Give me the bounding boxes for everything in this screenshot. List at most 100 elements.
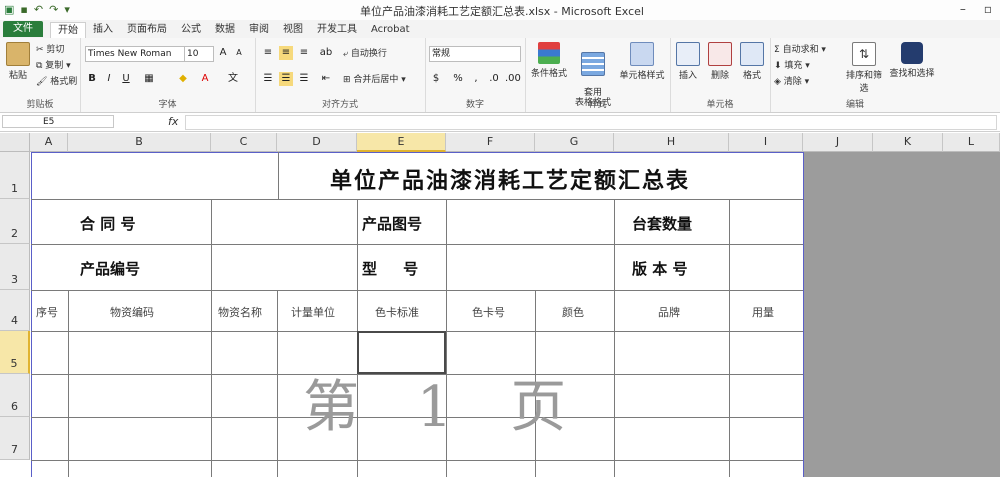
formula-bar: E5 fx [0,113,1000,132]
name-box[interactable]: E5 [2,115,114,128]
row-border-1 [31,244,803,245]
minimize-icon[interactable]: – [960,2,966,16]
find-select-button[interactable]: 查找和选择 [888,42,936,79]
tab-2[interactable]: 页面布局 [120,22,174,38]
cell-styles-button[interactable]: 单元格样式 [617,42,667,81]
restore-icon[interactable]: ▫ [984,2,992,16]
insert-cells-button[interactable]: 插入 [674,42,702,81]
row-number: 6 [11,400,18,413]
alignment-group: ≡ ≡ ≡ ab ⤶ 自动换行 ☰ ☰ ☰ ⇤ ⊞ 合并后居中 ▾ 对齐方式 [255,38,426,112]
paste-icon [6,42,30,66]
percent-icon[interactable]: % [451,72,465,86]
bold-icon[interactable]: B [85,72,99,86]
cut-button[interactable]: ✂ 剪切 [36,42,64,55]
page-border-left [31,152,32,477]
align-right-icon[interactable]: ☰ [297,72,311,86]
increase-decimal-icon[interactable]: .0 [487,72,501,86]
merge-center-label: 合并后居中 ▾ [353,75,406,85]
select-all-corner[interactable] [0,133,30,152]
comma-icon[interactable]: , [469,72,483,86]
row-header-6[interactable]: 6 [0,374,30,417]
tab-1[interactable]: 插入 [86,22,120,38]
cell-styles-icon [630,42,654,66]
sort-filter-button[interactable]: ⇅ 排序和筛选 [842,42,886,94]
tab-3[interactable]: 公式 [174,22,208,38]
conditional-format-button[interactable]: 条件格式 [529,42,569,79]
redo-icon[interactable]: ↷ [49,3,58,16]
format-cells-label: 格式 [742,71,761,81]
find-select-label: 查找和选择 [889,69,935,79]
paste-button[interactable]: 粘贴 [4,42,32,81]
row-header-5[interactable]: 5 [0,331,30,374]
align-middle-icon[interactable]: ≡ [279,46,293,60]
alignment-group-label: 对齐方式 [321,100,358,110]
column-header-d[interactable]: D [277,133,357,152]
copy-button[interactable]: ⧉ 复制 ▾ [36,58,71,71]
tab-4[interactable]: 数据 [208,22,242,38]
column-header-e[interactable]: E [357,133,446,152]
tab-0[interactable]: 开始 [50,22,86,39]
phonetic-icon[interactable]: 文 [226,72,240,86]
column-header-l[interactable]: L [943,133,1000,152]
number-format-select[interactable]: 常规 [429,46,521,62]
decrease-decimal-icon[interactable]: .00 [505,72,521,86]
row-header-4[interactable]: 4 [0,290,30,331]
border-icon[interactable]: ▦ [142,72,156,86]
wrap-text-button[interactable]: ⤶ 自动换行 [343,46,387,59]
align-bottom-icon[interactable]: ≡ [297,46,311,60]
column-header-f[interactable]: F [446,133,535,152]
wrap-text-label: 自动换行 [350,49,387,59]
row-header-3[interactable]: 3 [0,244,30,290]
insert-cells-label: 插入 [678,71,697,81]
align-top-icon[interactable]: ≡ [261,46,275,60]
delete-cells-button[interactable]: 删除 [706,42,734,81]
column-header-b[interactable]: B [68,133,211,152]
column-header-k[interactable]: K [873,133,943,152]
column-header-c[interactable]: C [211,133,277,152]
editing-group-label: 编辑 [845,100,864,110]
align-left-icon[interactable]: ☰ [261,72,275,86]
selected-cell-e5[interactable] [357,331,446,374]
fill-button[interactable]: ⬇ 填充 ▾ [774,58,810,71]
autosum-button[interactable]: Σ 自动求和 ▾ [774,42,826,55]
info-col-border-2 [446,199,447,290]
merge-center-button[interactable]: ⊞ 合并后居中 ▾ [343,72,406,85]
format-cells-icon [740,42,764,66]
shrink-font-icon[interactable]: A [232,46,246,60]
tab-8[interactable]: Acrobat [364,22,417,38]
fill-color-icon[interactable]: ◆ [176,72,190,86]
row-header-2[interactable]: 2 [0,199,30,244]
currency-icon[interactable]: $ [429,72,443,86]
column-header-j[interactable]: J [803,133,873,152]
column-header-h[interactable]: H [614,133,729,152]
save-icon[interactable]: ▪ [20,3,27,16]
row-header-7[interactable]: 7 [0,417,30,460]
format-painter-button[interactable]: 🖌 格式刷 [36,74,77,87]
align-center-icon[interactable]: ☰ [279,72,293,86]
binoculars-icon [901,42,923,64]
tab-5[interactable]: 审阅 [242,22,276,38]
clear-button[interactable]: ◈ 清除 ▾ [774,74,809,87]
undo-icon[interactable]: ↶ [34,3,43,16]
column-header-g[interactable]: G [535,133,614,152]
column-header-i[interactable]: I [729,133,803,152]
underline-icon[interactable]: U [119,72,133,86]
column-header-a[interactable]: A [30,133,68,152]
font-name-select[interactable]: Times New Roman [85,46,185,62]
grow-font-icon[interactable]: A [216,46,230,60]
row-header-1[interactable]: 1 [0,152,30,199]
tab-6[interactable]: 视图 [276,22,310,38]
table-col-border-1 [211,290,212,477]
format-cells-button[interactable]: 格式 [738,42,766,81]
fx-icon[interactable]: fx [168,115,178,128]
tab-file[interactable]: 文件 [3,21,43,37]
customize-icon[interactable]: ▾ [64,3,70,16]
italic-icon[interactable]: I [102,72,116,86]
tab-7[interactable]: 开发工具 [310,22,364,38]
font-size-select[interactable]: 10 [184,46,214,62]
indent-icon[interactable]: ⇤ [319,72,333,86]
font-color-icon[interactable]: A [198,72,212,86]
formula-input[interactable] [185,115,997,130]
orientation-icon[interactable]: ab [319,46,333,60]
cells-group: 插入 删除 格式 单元格 [670,38,771,112]
